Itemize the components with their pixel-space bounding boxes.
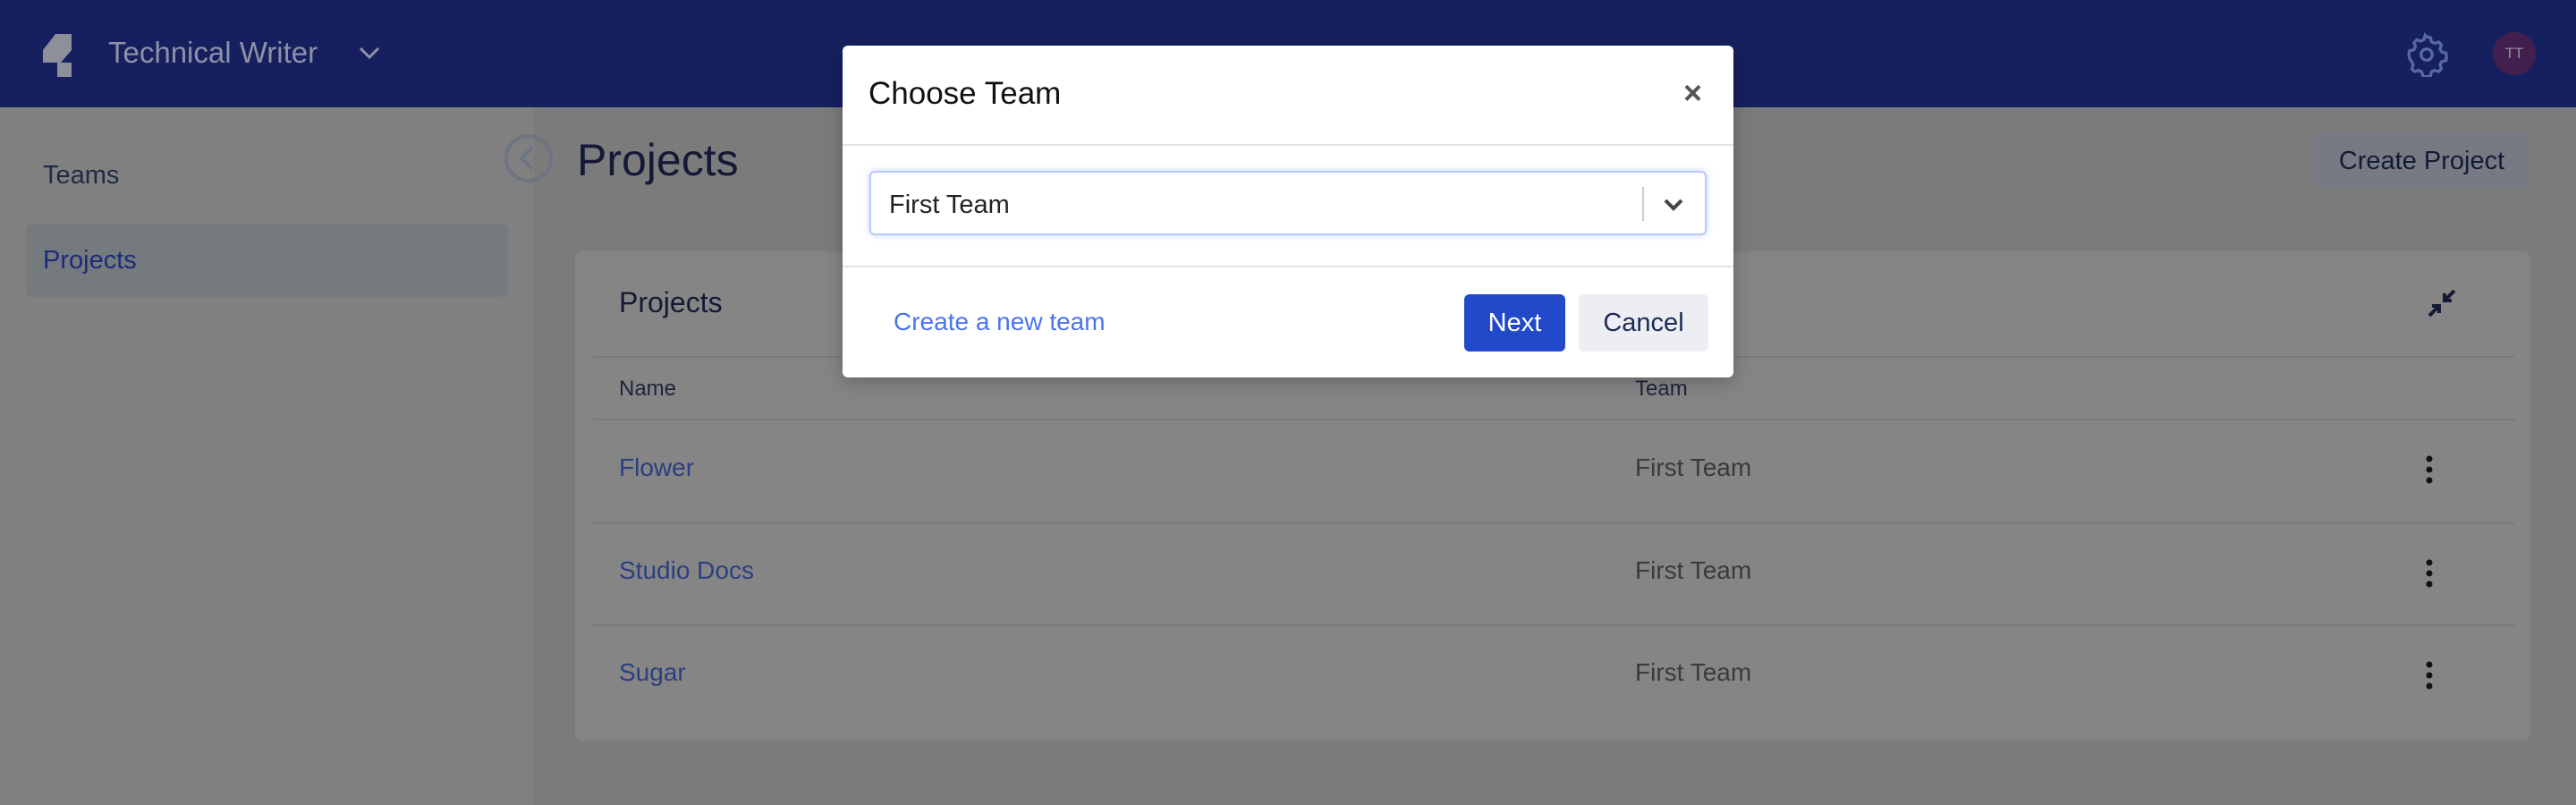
divider	[593, 624, 2515, 626]
gear-icon[interactable]	[2404, 32, 2449, 77]
kebab-menu-icon[interactable]	[2420, 558, 2438, 589]
team-select[interactable]: First Team	[869, 171, 1707, 235]
column-header-name: Name	[619, 377, 677, 401]
select-value: First Team	[889, 191, 1010, 219]
project-link[interactable]: Sugar	[619, 658, 686, 687]
app-logo-icon	[43, 34, 72, 77]
chevron-down-icon[interactable]	[356, 39, 383, 66]
collapse-icon[interactable]	[2426, 287, 2458, 319]
chevron-down-icon[interactable]	[1660, 191, 1687, 217]
project-team: First Team	[1635, 556, 1752, 584]
project-team: First Team	[1635, 453, 1752, 481]
workspace-title[interactable]: Technical Writer	[108, 36, 318, 70]
avatar[interactable]: TT	[2493, 32, 2536, 75]
sidebar-item-teams[interactable]: Teams	[26, 139, 508, 212]
kebab-menu-icon[interactable]	[2420, 660, 2438, 691]
select-separator	[1642, 187, 1644, 221]
divider	[593, 522, 2515, 524]
project-team: First Team	[1635, 658, 1752, 686]
create-new-team-link[interactable]: Create a new team	[894, 308, 1106, 336]
column-header-team: Team	[1635, 377, 1688, 401]
card-title: Projects	[619, 286, 723, 318]
divider	[843, 266, 1733, 267]
back-circle-icon[interactable]	[504, 133, 554, 183]
page-title: Projects	[577, 135, 739, 185]
sidebar-item-projects[interactable]: Projects	[26, 224, 508, 297]
cancel-button[interactable]: Cancel	[1579, 294, 1708, 352]
divider	[593, 419, 2515, 420]
sidebar: Teams Projects	[0, 107, 534, 805]
modal-title: Choose Team	[869, 76, 1062, 111]
choose-team-modal: Choose Team × First Team Create a new te…	[843, 46, 1733, 377]
create-project-button[interactable]: Create Project	[2313, 133, 2530, 189]
kebab-menu-icon[interactable]	[2420, 454, 2438, 485]
project-link[interactable]: Flower	[619, 453, 694, 482]
divider	[843, 144, 1733, 146]
project-link[interactable]: Studio Docs	[619, 556, 754, 585]
next-button[interactable]: Next	[1464, 294, 1565, 352]
close-icon[interactable]: ×	[1683, 74, 1702, 112]
